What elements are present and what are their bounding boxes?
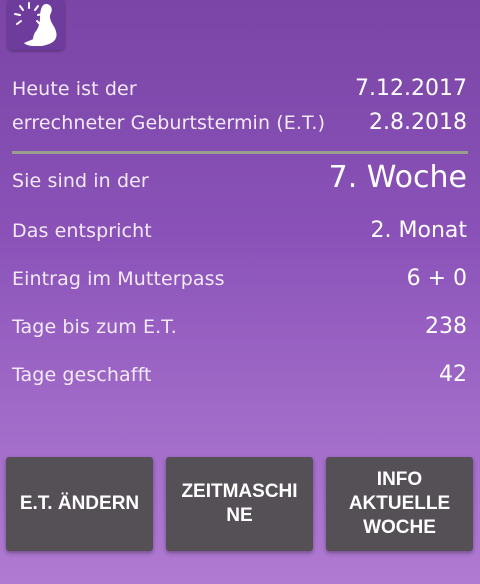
month-label: Das entspricht [12, 220, 152, 242]
days-done-value: 42 [439, 362, 467, 387]
week-row: Sie sind in der 7. Woche [12, 160, 467, 195]
divider [12, 151, 468, 154]
passport-row: Eintrag im Mutterpass 6 + 0 [12, 266, 467, 291]
month-value: 2. Monat [370, 218, 467, 243]
info-current-week-button[interactable]: INFO AKTUELLE WOCHE [326, 457, 473, 551]
days-done-row: Tage geschafft 42 [12, 362, 467, 387]
change-due-date-button[interactable]: E.T. ÄNDERN [6, 457, 153, 551]
today-row: Heute ist der 7.12.2017 [12, 76, 467, 101]
app-logo-icon [8, 0, 64, 50]
due-date-label: errechneter Geburtstermin (E.T.) [12, 112, 326, 134]
passport-label: Eintrag im Mutterpass [12, 268, 225, 290]
days-left-label: Tage bis zum E.T. [12, 316, 177, 338]
days-left-row: Tage bis zum E.T. 238 [12, 314, 467, 339]
days-done-label: Tage geschafft [12, 364, 152, 386]
due-date-value: 2.8.2018 [369, 110, 467, 135]
today-value: 7.12.2017 [355, 76, 467, 101]
month-row: Das entspricht 2. Monat [12, 218, 467, 243]
today-label: Heute ist der [12, 78, 137, 100]
week-value: 7. Woche [328, 160, 467, 195]
time-machine-button[interactable]: ZEITMASCHI NE [166, 457, 313, 551]
days-left-value: 238 [425, 314, 467, 339]
due-date-row: errechneter Geburtstermin (E.T.) 2.8.201… [12, 110, 467, 135]
passport-value: 6 + 0 [406, 266, 467, 291]
week-label: Sie sind in der [12, 170, 149, 192]
